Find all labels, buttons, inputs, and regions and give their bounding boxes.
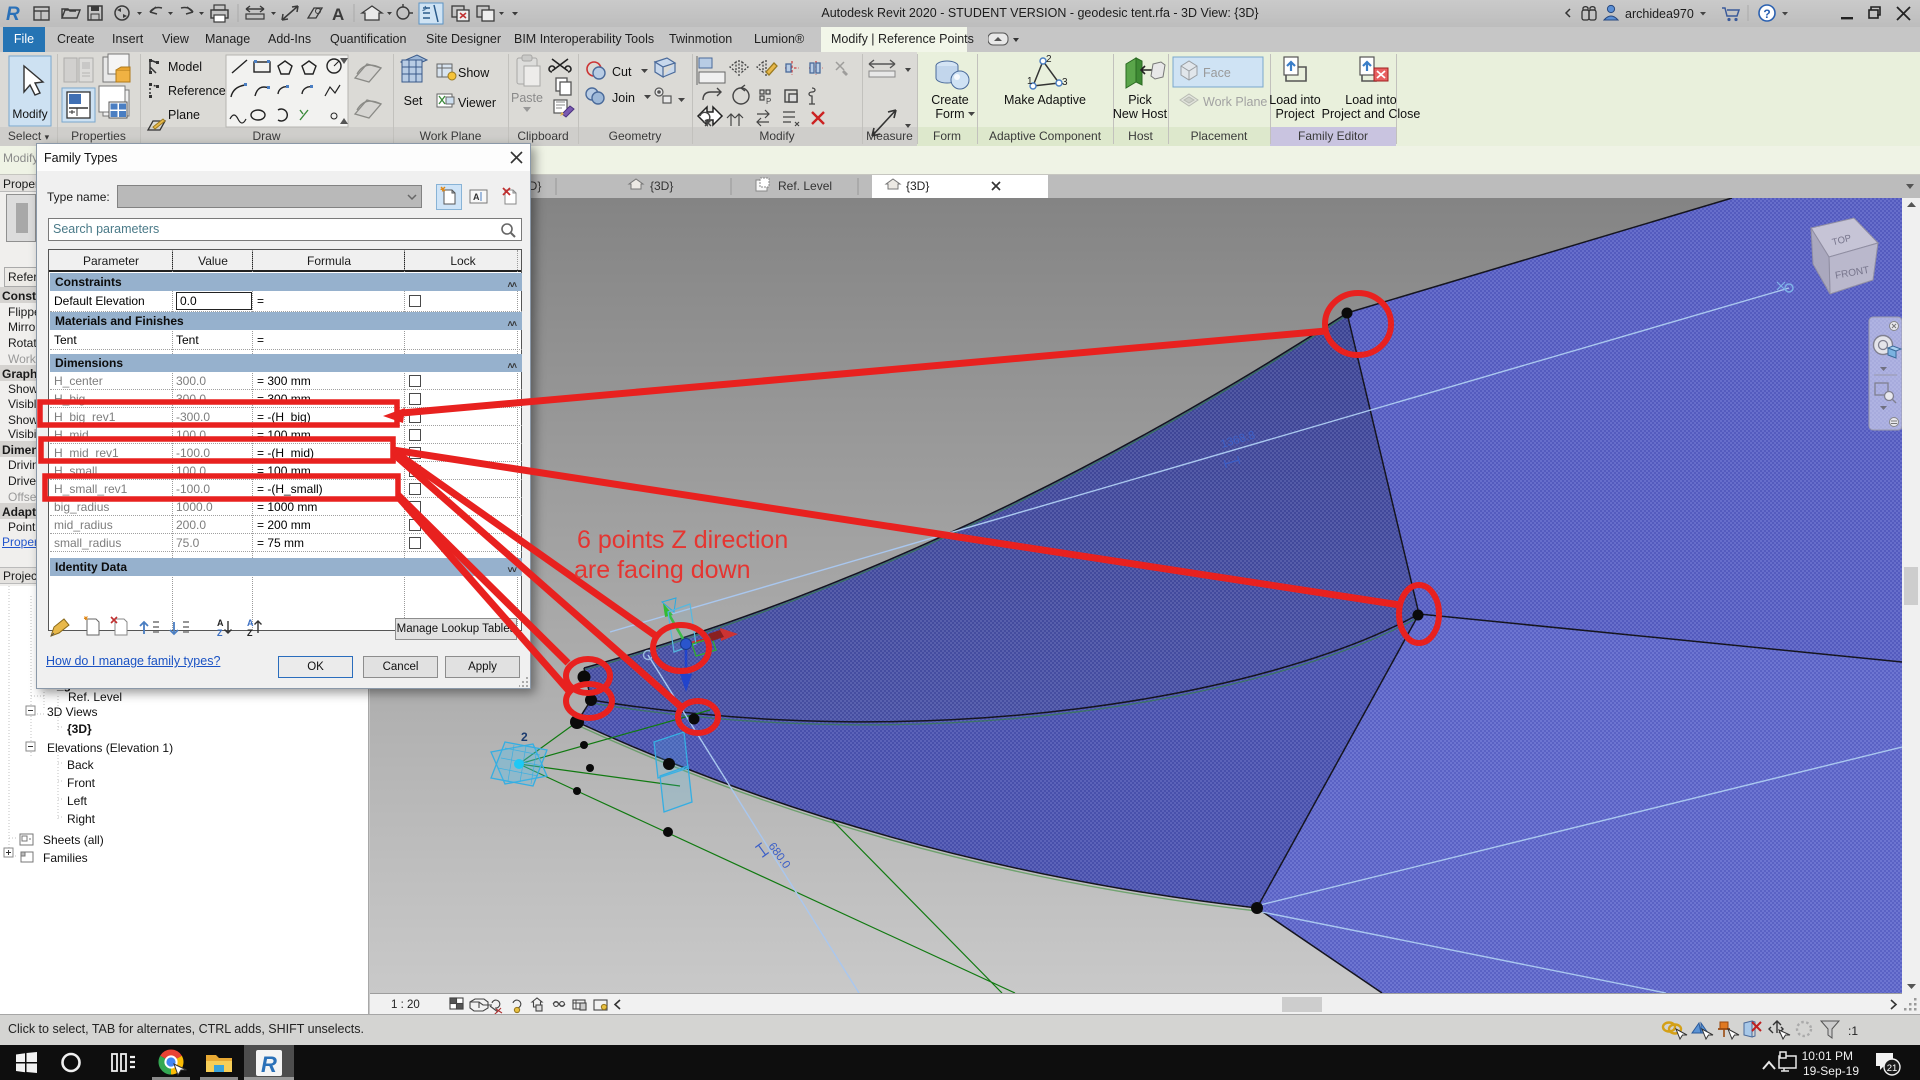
- svg-text:?: ?: [1763, 7, 1770, 21]
- svg-text:Project: Project: [1276, 107, 1315, 121]
- svg-text:Make Adaptive: Make Adaptive: [1004, 93, 1086, 107]
- svg-text:Z: Z: [247, 628, 253, 638]
- svg-text:Families: Families: [43, 851, 88, 865]
- svg-text:Front: Front: [67, 776, 96, 790]
- svg-text:Back: Back: [67, 758, 95, 772]
- svg-text:Model: Model: [168, 60, 202, 74]
- svg-text:Show: Show: [458, 66, 490, 80]
- svg-text:Autodesk Revit 2020 - STUDENT: Autodesk Revit 2020 - STUDENT VERSION - …: [821, 6, 1258, 20]
- svg-text:Load into: Load into: [1269, 93, 1320, 107]
- svg-text:Elevations (Elevation 1): Elevations (Elevation 1): [47, 741, 173, 755]
- svg-text:Z: Z: [217, 628, 223, 638]
- svg-text:19-Sep-19: 19-Sep-19: [1803, 1064, 1859, 1078]
- svg-text:Project and Close: Project and Close: [1322, 107, 1421, 121]
- svg-text:3: 3: [1062, 77, 1068, 88]
- svg-text:21: 21: [1887, 1063, 1898, 1074]
- svg-text::1: :1: [1848, 1024, 1858, 1038]
- svg-text:2: 2: [521, 730, 528, 744]
- svg-text:2: 2: [1046, 54, 1052, 65]
- svg-text:A: A: [217, 618, 224, 628]
- svg-text:Paste: Paste: [511, 91, 543, 105]
- svg-text:3D Views: 3D Views: [47, 705, 97, 719]
- svg-text:A: A: [473, 192, 480, 202]
- svg-text:Work Plane: Work Plane: [1203, 95, 1267, 109]
- svg-text:Set: Set: [404, 94, 423, 108]
- svg-text:Ref. Level: Ref. Level: [778, 179, 832, 193]
- svg-text:A: A: [332, 5, 344, 24]
- svg-text:1: 1: [1027, 76, 1033, 87]
- svg-text:680.0: 680.0: [766, 841, 793, 871]
- svg-text:Plane: Plane: [168, 108, 200, 122]
- svg-text:Reference: Reference: [168, 84, 226, 98]
- svg-text:Form: Form: [935, 107, 964, 121]
- svg-text:A: A: [247, 618, 254, 628]
- svg-text:10:01 PM: 10:01 PM: [1802, 1049, 1853, 1063]
- svg-text:Sheets (all): Sheets (all): [43, 833, 104, 847]
- svg-text:P: P: [766, 97, 771, 106]
- svg-text:1 : 20: 1 : 20: [391, 999, 420, 1011]
- svg-text:{3D}: {3D}: [67, 722, 92, 736]
- svg-text:Load into: Load into: [1345, 93, 1396, 107]
- svg-text:{3D}: {3D}: [650, 179, 673, 193]
- svg-text:New Host: New Host: [1113, 107, 1168, 121]
- svg-text:Pick: Pick: [1128, 93, 1152, 107]
- svg-text:archidea970: archidea970: [1625, 7, 1694, 21]
- svg-text:Face: Face: [1203, 66, 1231, 80]
- svg-text:Join: Join: [612, 91, 635, 105]
- svg-text:Create: Create: [931, 93, 969, 107]
- svg-text:Left: Left: [67, 794, 88, 808]
- svg-text:Ref. Level: Ref. Level: [68, 690, 122, 704]
- svg-text:R: R: [261, 1052, 277, 1077]
- svg-text:{3D}: {3D}: [906, 179, 929, 193]
- svg-text:Right: Right: [67, 812, 96, 826]
- svg-text:Cut: Cut: [612, 65, 632, 79]
- svg-text:R: R: [6, 4, 20, 25]
- svg-text:Viewer: Viewer: [458, 96, 496, 110]
- svg-text:Modify: Modify: [12, 107, 47, 121]
